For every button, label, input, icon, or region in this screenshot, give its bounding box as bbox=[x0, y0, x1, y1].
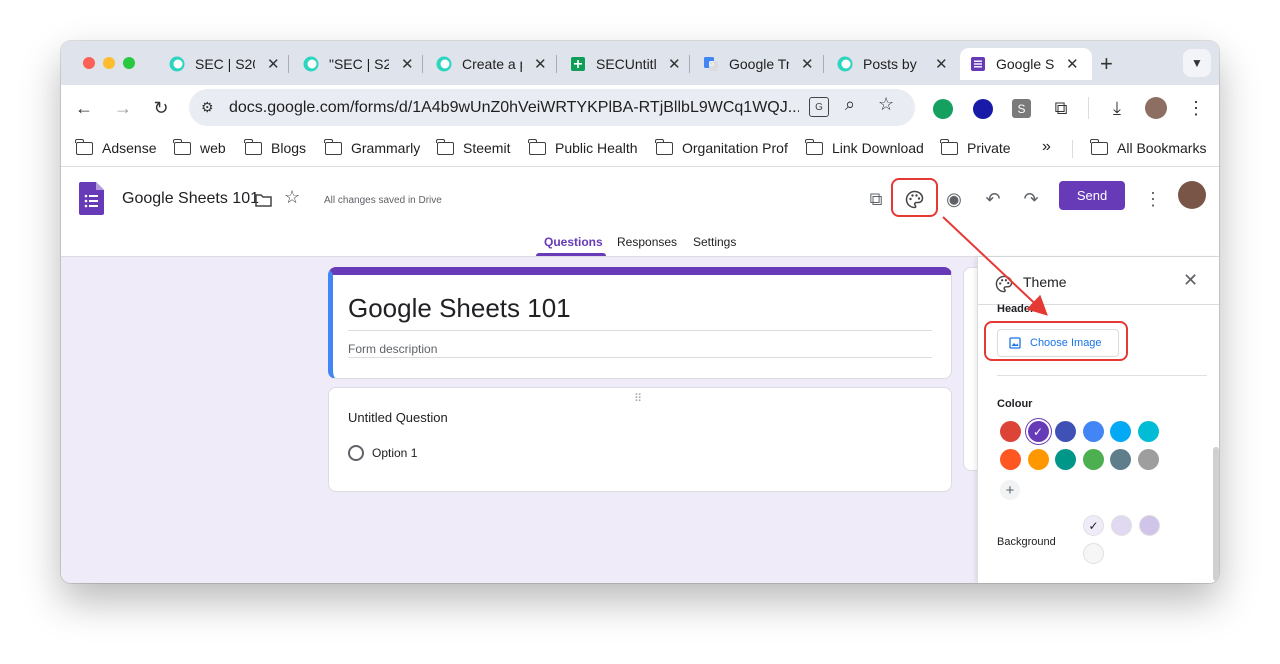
annotation-arrow bbox=[942, 216, 1048, 316]
browser-window: SEC | S20 ✕ "SEC | S2 ✕ Create a p ✕ SECUnt… bbox=[61, 41, 1219, 583]
